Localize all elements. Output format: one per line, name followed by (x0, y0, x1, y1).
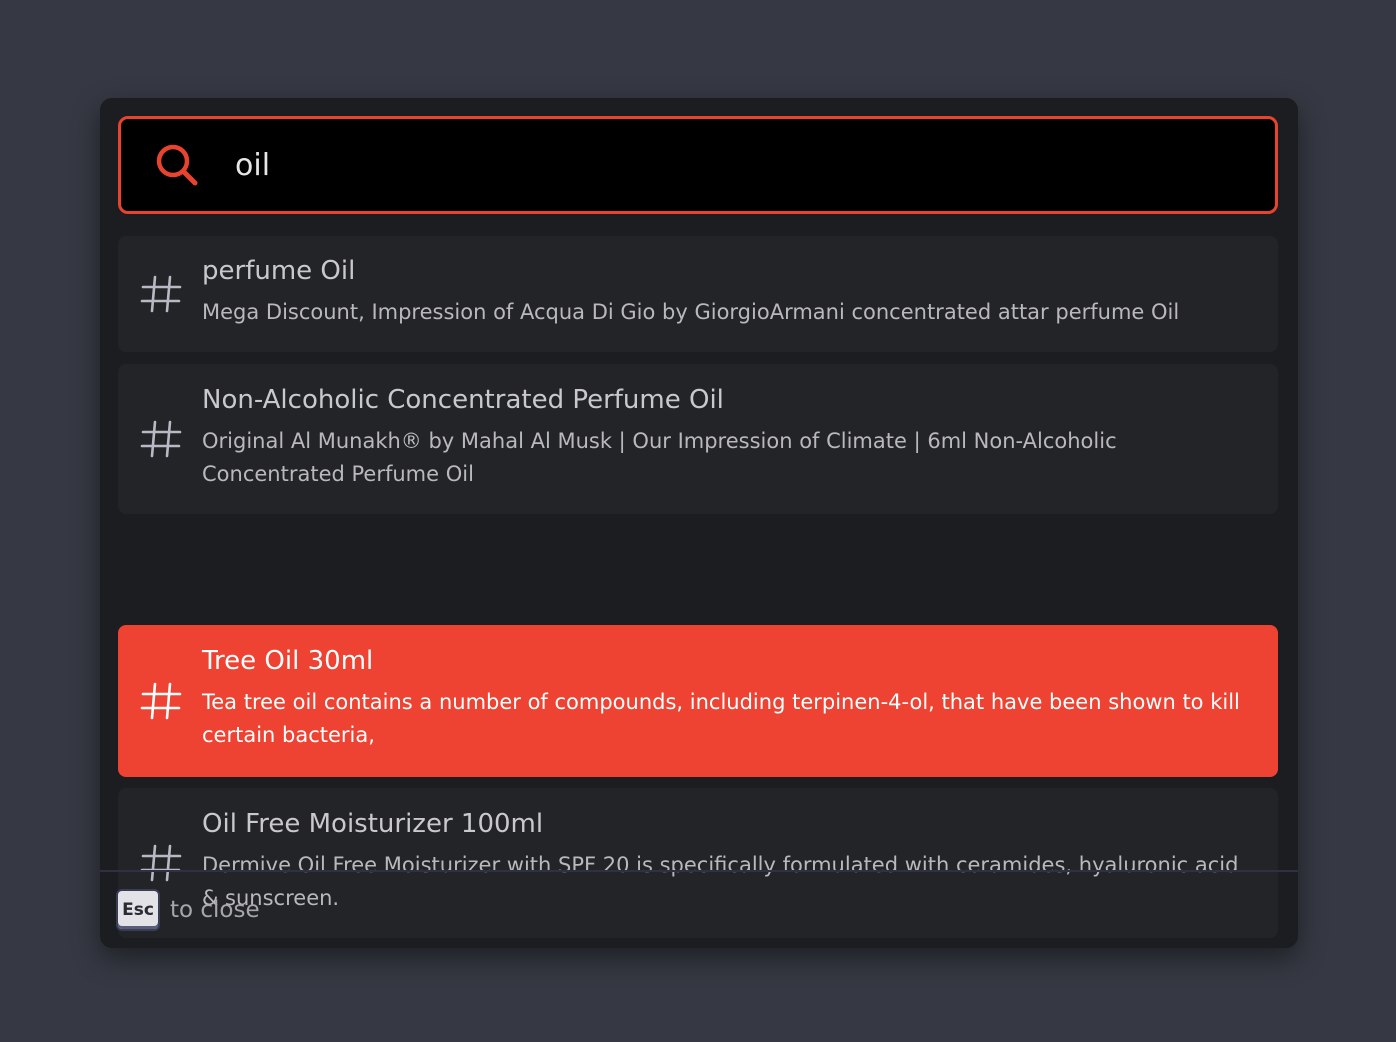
result-description: Tea tree oil contains a number of compou… (202, 690, 1240, 747)
result-title: Oil Free Moisturizer 100ml (202, 809, 544, 839)
result-text: perfume Oil Mega Discount, Impression of… (202, 254, 1244, 329)
result-item-non-alcoholic-perfume-oil[interactable]: Non-Alcoholic Concentrated Perfume Oil O… (118, 364, 1278, 514)
search-input[interactable] (235, 135, 1275, 195)
search-box[interactable] (118, 116, 1278, 214)
esc-key[interactable]: Esc (118, 891, 158, 929)
result-item-perfume-oil[interactable]: perfume Oil Mega Discount, Impression of… (118, 236, 1278, 352)
result-text: Non-Alcoholic Concentrated Perfume Oil O… (202, 383, 1244, 491)
footer-hint: to close (170, 897, 260, 923)
result-title: perfume Oil (202, 256, 356, 286)
hash-icon (140, 420, 182, 458)
hash-icon (140, 275, 182, 313)
result-description: Mega Discount, Impression of Acqua Di Gi… (202, 300, 1180, 324)
result-title: Tree Oil 30ml (202, 646, 374, 676)
search-icon (156, 144, 198, 186)
result-text: Tree Oil 30ml Tea tree oil contains a nu… (202, 644, 1244, 752)
modal-footer: Esc to close (100, 870, 1298, 948)
result-item-tree-oil[interactable]: Tree Oil 30ml Tea tree oil contains a nu… (118, 625, 1278, 777)
search-modal: perfume Oil Mega Discount, Impression of… (100, 98, 1298, 948)
result-title: Non-Alcoholic Concentrated Perfume Oil (202, 385, 724, 415)
hash-icon (140, 682, 182, 720)
result-description: Original Al Munakh® by Mahal Al Musk | O… (202, 429, 1117, 486)
